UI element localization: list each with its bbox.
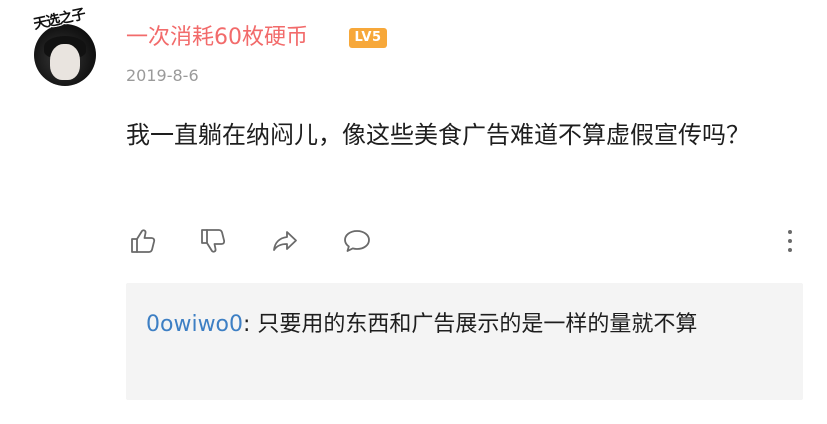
reply-text-line: 0owiwo0: 只要用的东西和广告展示的是一样的量就不算 bbox=[146, 307, 786, 343]
reply-text: 只要用的东西和广告展示的是一样的量就不算 bbox=[257, 312, 698, 337]
level-badge: LV5 bbox=[349, 28, 387, 48]
share-arrow-icon[interactable] bbox=[268, 224, 302, 258]
reply-preview[interactable]: 0owiwo0: 只要用的东西和广告展示的是一样的量就不算 bbox=[126, 283, 803, 400]
comment-username[interactable]: 一次消耗60枚硬币 bbox=[126, 24, 308, 52]
comment-text: 我一直躺在纳闷儿，像这些美食广告难道不算虚假宣传吗？ bbox=[126, 121, 750, 149]
reply-username[interactable]: 0owiwo0 bbox=[146, 312, 243, 337]
reply-separator: : bbox=[243, 312, 258, 337]
speech-bubble-icon[interactable] bbox=[340, 224, 374, 258]
thumbs-down-icon[interactable] bbox=[196, 224, 230, 258]
thumbs-up-icon[interactable] bbox=[126, 224, 160, 258]
avatar[interactable]: 天选之子 bbox=[32, 6, 96, 90]
comment-date: 2019-8-6 bbox=[126, 66, 199, 85]
vertical-ellipsis-icon[interactable] bbox=[778, 224, 802, 258]
